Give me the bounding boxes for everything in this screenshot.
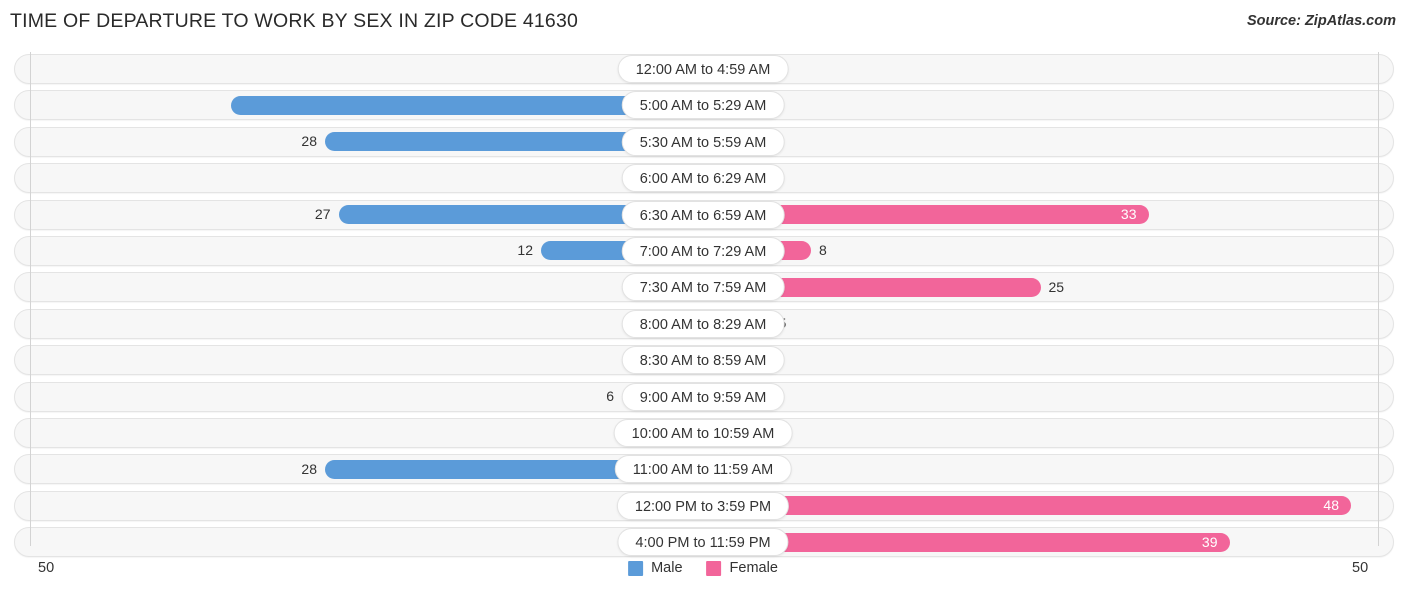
category-label: 4:00 PM to 11:59 PM <box>617 528 789 557</box>
table-row: 2805:30 AM to 5:59 AM <box>0 125 1406 160</box>
bar-value-male: 27 <box>314 206 331 223</box>
table-row: 12 8 7:00 AM to 7:29 AM <box>0 234 1406 269</box>
page-title: TIME OF DEPARTURE TO WORK BY SEX IN ZIP … <box>10 10 579 32</box>
bar-value-male: 28 <box>301 460 317 477</box>
table-row: 3505:00 AM to 5:29 AM <box>0 88 1406 123</box>
bar-value-female: 8 <box>819 242 827 259</box>
category-label: 9:00 AM to 9:59 AM <box>621 382 785 411</box>
legend-item-female[interactable]: Female <box>706 560 778 576</box>
category-label: 5:00 AM to 5:29 AM <box>621 91 785 120</box>
chart-page: TIME OF DEPARTURE TO WORK BY SEX IN ZIP … <box>0 0 1406 594</box>
table-row: 0012:00 AM to 4:59 AM <box>0 52 1406 87</box>
category-label: 8:30 AM to 8:59 AM <box>621 346 785 375</box>
category-label: 11:00 AM to 11:59 AM <box>614 455 792 484</box>
legend-label: Male <box>651 560 683 576</box>
source-attribution: Source: ZipAtlas.com <box>1246 13 1396 29</box>
category-label: 8:00 AM to 8:29 AM <box>621 309 785 338</box>
bar-value-female: 48 <box>1323 497 1339 514</box>
bar-value-male: 35 <box>0 96 241 115</box>
category-label: 5:30 AM to 5:59 AM <box>621 127 785 156</box>
table-row: 04812:00 PM to 3:59 PM <box>0 489 1406 524</box>
table-row: 27 33 6:30 AM to 6:59 AM <box>0 198 1406 233</box>
bar-value-female: 5 <box>779 314 819 333</box>
legend-label: Female <box>729 560 778 576</box>
legend-swatch-icon <box>706 560 722 576</box>
table-row: 28011:00 AM to 11:59 AM <box>0 452 1406 487</box>
table-row: 008:30 AM to 8:59 AM <box>0 343 1406 378</box>
bar-value-male: 12 <box>517 242 533 259</box>
chart-legend: Male Female <box>628 560 778 576</box>
category-label: 10:00 AM to 10:59 AM <box>613 418 793 447</box>
bar-value-female: 25 <box>1048 278 1065 295</box>
axis-max-left: 50 <box>38 560 55 576</box>
category-label: 6:30 AM to 6:59 AM <box>621 200 785 229</box>
table-row: 0010:00 AM to 10:59 AM <box>0 416 1406 451</box>
plot-area: 0012:00 AM to 4:59 AM3505:00 AM to 5:29 … <box>0 52 1406 558</box>
bar-rows: 0012:00 AM to 4:59 AM3505:00 AM to 5:29 … <box>0 52 1406 561</box>
table-row: 006:00 AM to 6:29 AM <box>0 161 1406 196</box>
bar-value-female: 39 <box>1201 533 1218 550</box>
category-label: 6:00 AM to 6:29 AM <box>621 164 785 193</box>
category-label: 12:00 PM to 3:59 PM <box>616 491 790 520</box>
category-label: 7:00 AM to 7:29 AM <box>621 236 785 265</box>
table-row: 609:00 AM to 9:59 AM <box>0 380 1406 415</box>
table-row: 458:00 AM to 8:29 AM <box>0 307 1406 342</box>
category-label: 7:30 AM to 7:59 AM <box>621 273 785 302</box>
bar-value-male: 28 <box>301 133 317 150</box>
category-label: 12:00 AM to 4:59 AM <box>617 55 789 83</box>
legend-swatch-icon <box>628 560 644 576</box>
table-row: 0257:30 AM to 7:59 AM <box>0 270 1406 305</box>
chart-footer: 50 50 Male Female <box>0 552 1406 594</box>
axis-max-right: 50 <box>1352 560 1369 576</box>
axis-line-left <box>30 52 31 546</box>
chart-header: TIME OF DEPARTURE TO WORK BY SEX IN ZIP … <box>0 0 1406 44</box>
legend-item-male[interactable]: Male <box>628 560 683 576</box>
bar-value-male: 6 <box>606 388 614 405</box>
axis-line-right <box>1378 52 1379 546</box>
